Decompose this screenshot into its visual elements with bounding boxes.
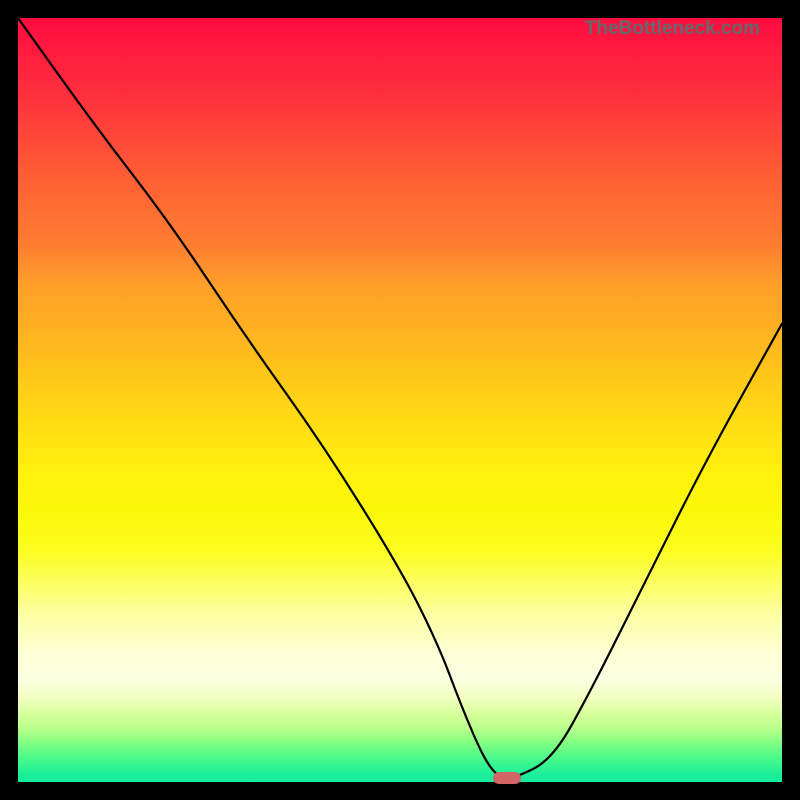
chart-container: TheBottleneck.com <box>0 0 800 800</box>
plot-area: TheBottleneck.com <box>18 18 782 782</box>
bottleneck-curve <box>18 18 782 782</box>
optimal-marker <box>493 772 521 784</box>
